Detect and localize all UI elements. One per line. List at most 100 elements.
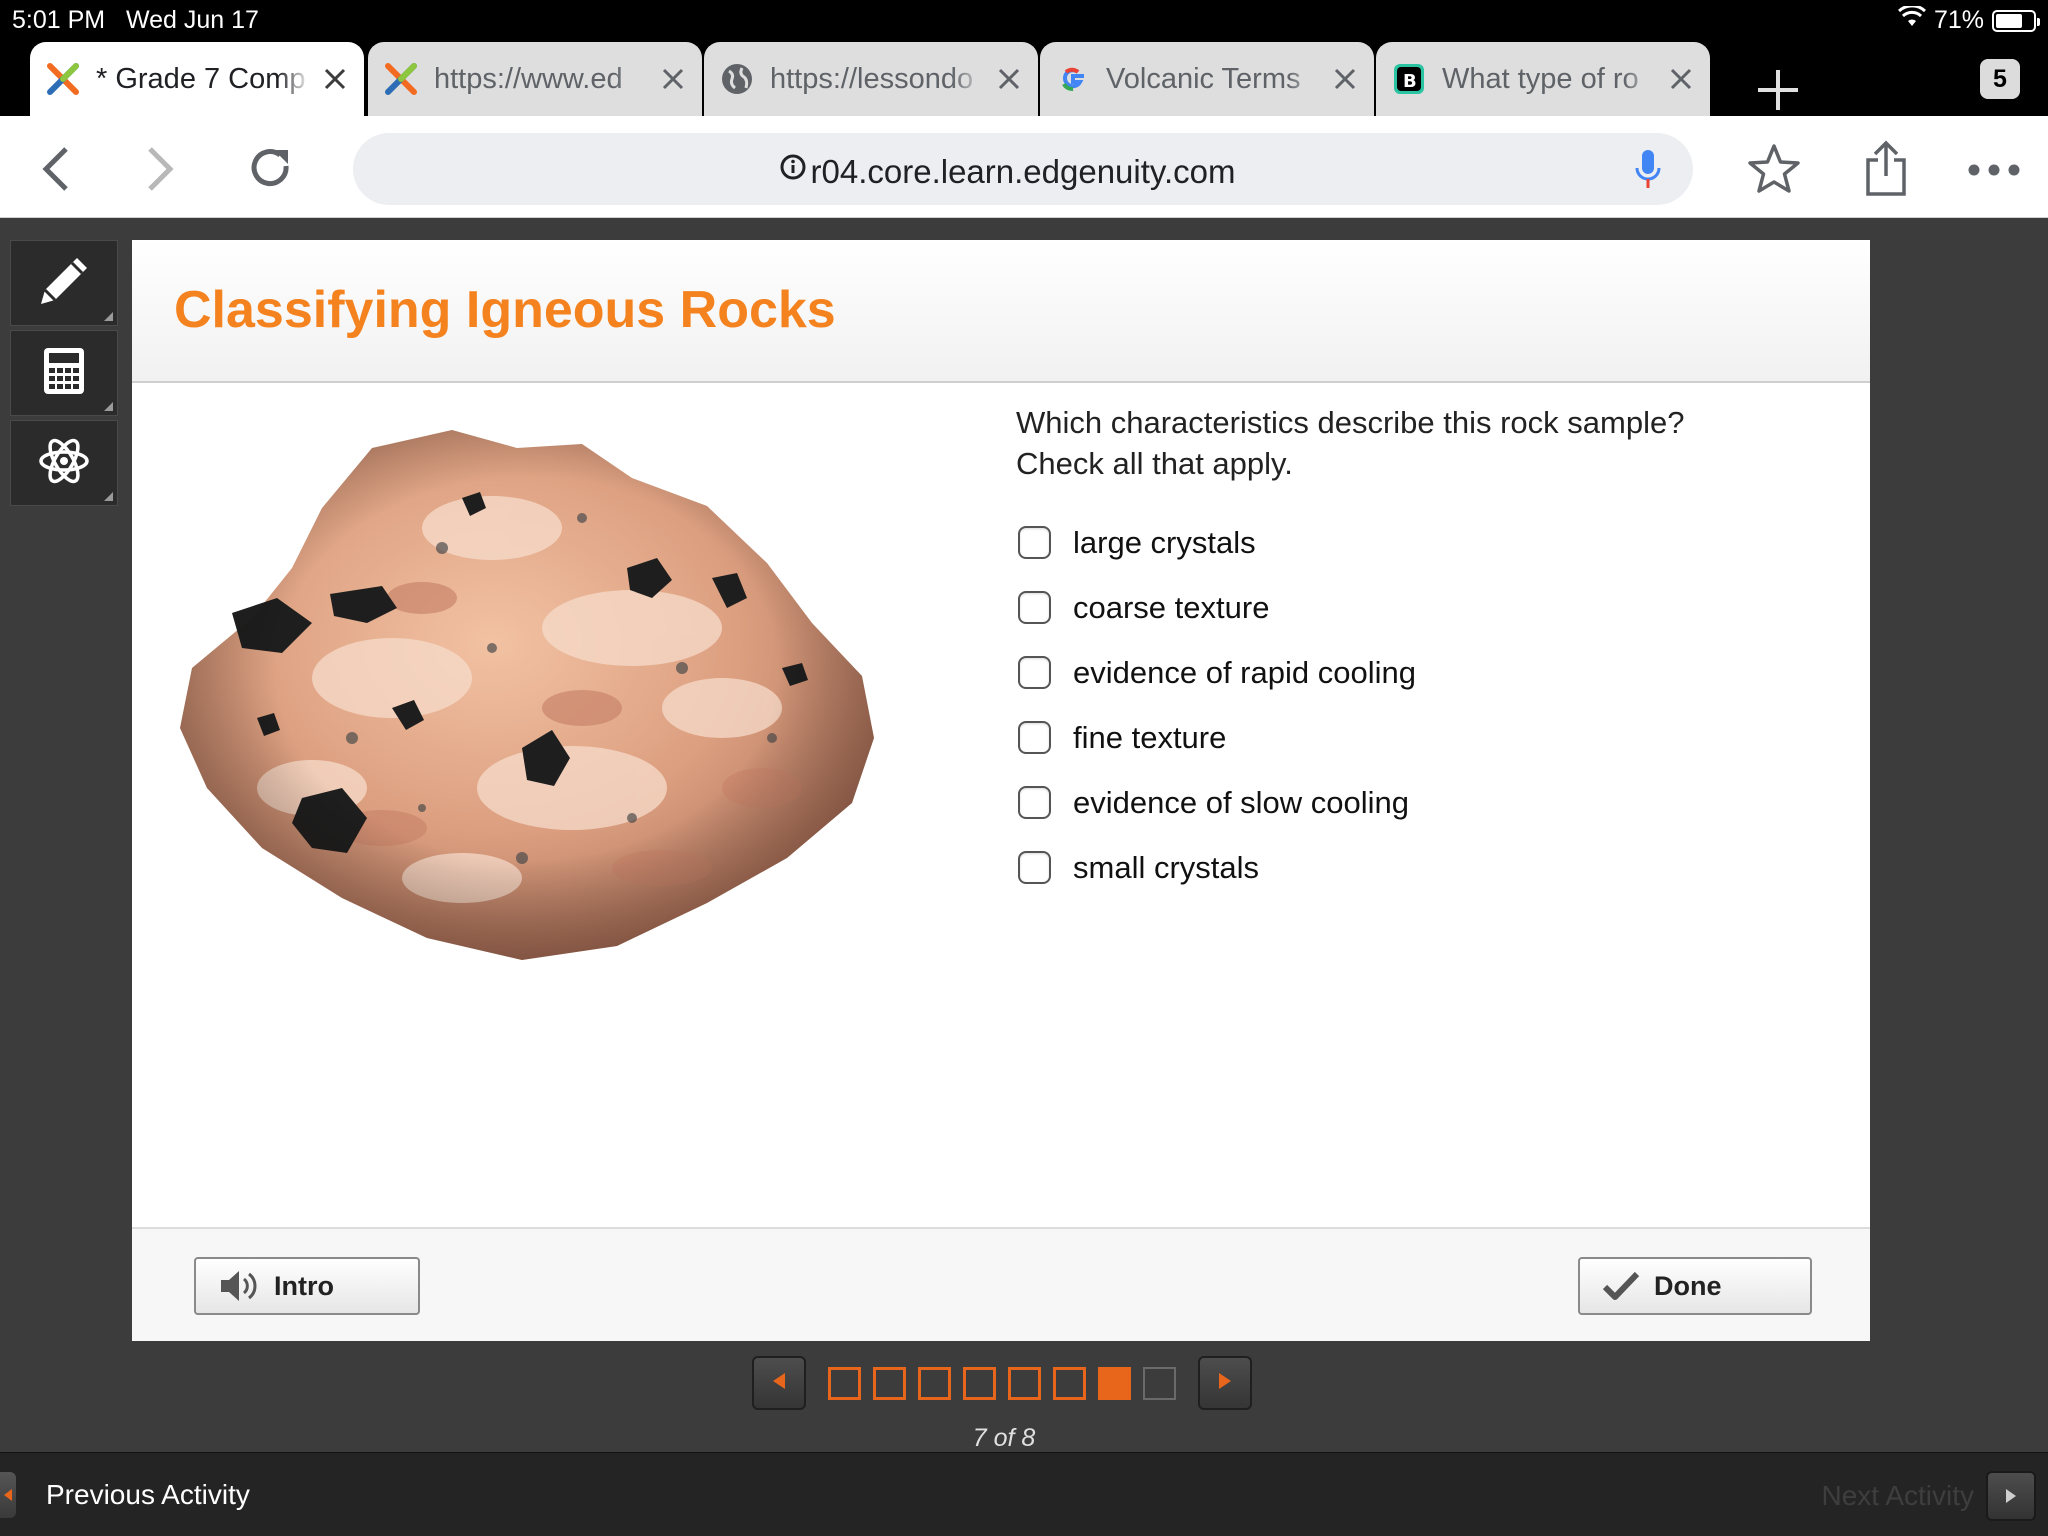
microphone-icon[interactable] bbox=[1633, 148, 1663, 197]
rock-sample-image bbox=[162, 408, 892, 978]
tab-title: https://www.ed bbox=[434, 62, 623, 95]
option-label[interactable]: evidence of rapid cooling bbox=[1073, 655, 1416, 691]
next-activity-button[interactable]: Next Activity bbox=[1822, 1471, 2036, 1521]
pager-next-button[interactable] bbox=[1198, 1356, 1252, 1410]
pager-square-5[interactable] bbox=[1008, 1366, 1041, 1400]
more-options-icon[interactable] bbox=[1964, 150, 2024, 190]
pager-prev-button[interactable] bbox=[752, 1356, 806, 1410]
google-g-icon bbox=[1054, 60, 1092, 98]
activity-pager bbox=[752, 1356, 1252, 1410]
speaker-icon bbox=[218, 1267, 260, 1305]
triangle-left-icon bbox=[0, 1472, 16, 1518]
pencil-icon bbox=[37, 254, 91, 313]
intro-label: Intro bbox=[274, 1270, 334, 1301]
question-text: Which characteristics describe this rock… bbox=[1016, 402, 1684, 484]
browser-tab-1[interactable]: * Grade 7 Comp bbox=[30, 42, 364, 116]
option-coarse-texture[interactable]: coarse texture bbox=[1018, 575, 1416, 640]
pager-square-4[interactable] bbox=[963, 1366, 996, 1400]
checkbox[interactable] bbox=[1018, 721, 1051, 754]
triangle-right-icon bbox=[1986, 1471, 2036, 1521]
reload-icon[interactable] bbox=[244, 142, 298, 196]
intro-button[interactable]: Intro bbox=[194, 1257, 420, 1315]
address-bar[interactable]: r04.core.learn.edgenuity.com bbox=[353, 133, 1693, 205]
option-slow-cooling[interactable]: evidence of slow cooling bbox=[1018, 770, 1416, 835]
pager-square-6[interactable] bbox=[1053, 1366, 1086, 1400]
option-label[interactable]: small crystals bbox=[1073, 850, 1259, 886]
tab-title: * Grade 7 Comp bbox=[96, 62, 306, 95]
share-icon[interactable] bbox=[1856, 138, 1916, 200]
triangle-left-icon bbox=[772, 1372, 786, 1395]
browser-tab-2[interactable]: https://www.ed bbox=[368, 42, 702, 116]
tools-sidebar bbox=[10, 240, 118, 510]
checkmark-icon bbox=[1602, 1270, 1640, 1302]
tab-title: https://lessondo bbox=[770, 62, 974, 95]
pager-square-7[interactable] bbox=[1098, 1366, 1131, 1400]
close-icon[interactable] bbox=[656, 62, 690, 96]
checkbox[interactable] bbox=[1018, 591, 1051, 624]
edgenuity-x-icon bbox=[44, 60, 82, 98]
browser-tab-3[interactable]: https://lessondo bbox=[704, 42, 1038, 116]
status-date: Wed Jun 17 bbox=[126, 6, 259, 34]
atom-icon bbox=[37, 434, 91, 493]
bottom-nav: Previous Activity Next Activity bbox=[0, 1452, 2048, 1536]
close-icon[interactable] bbox=[992, 62, 1026, 96]
browser-tab-4[interactable]: Volcanic Terms bbox=[1040, 42, 1374, 116]
forward-button[interactable] bbox=[136, 144, 186, 194]
option-label[interactable]: large crystals bbox=[1073, 525, 1256, 561]
page-count: 7 of 8 bbox=[972, 1424, 1036, 1452]
svg-text:B: B bbox=[1403, 71, 1417, 92]
question-line-2: Check all that apply. bbox=[1016, 446, 1293, 481]
edgenuity-x-icon bbox=[382, 60, 420, 98]
close-icon[interactable] bbox=[318, 62, 352, 96]
question-line-1: Which characteristics describe this rock… bbox=[1016, 405, 1685, 440]
option-rapid-cooling[interactable]: evidence of rapid cooling bbox=[1018, 640, 1416, 705]
close-icon[interactable] bbox=[1328, 62, 1362, 96]
option-fine-texture[interactable]: fine texture bbox=[1018, 705, 1416, 770]
brainly-b-icon: B bbox=[1390, 60, 1428, 98]
activity-card: Classifying Igneous Rocks Which characte… bbox=[132, 240, 1870, 1341]
bookmark-star-icon[interactable] bbox=[1744, 140, 1804, 200]
globe-icon bbox=[718, 60, 756, 98]
next-activity-label: Next Activity bbox=[1821, 1480, 1974, 1511]
previous-activity-label: Previous Activity bbox=[46, 1479, 250, 1510]
option-large-crystals[interactable]: large crystals bbox=[1018, 510, 1416, 575]
done-label: Done bbox=[1654, 1270, 1722, 1301]
battery-icon bbox=[1992, 9, 2040, 32]
tab-title: What type of ro bbox=[1442, 62, 1639, 95]
calculator-icon bbox=[42, 346, 86, 401]
option-label[interactable]: coarse texture bbox=[1073, 590, 1269, 626]
pager-square-2[interactable] bbox=[873, 1366, 906, 1400]
checkbox[interactable] bbox=[1018, 851, 1051, 884]
wifi-icon bbox=[1897, 4, 1926, 35]
option-label[interactable]: fine texture bbox=[1073, 720, 1226, 756]
browser-tab-5[interactable]: B What type of ro bbox=[1376, 42, 1710, 116]
previous-activity-button[interactable]: Previous Activity bbox=[0, 1471, 250, 1519]
status-time: 5:01 PM bbox=[12, 6, 106, 34]
status-right: 71% bbox=[1897, 4, 2040, 35]
browser-toolbar: r04.core.learn.edgenuity.com bbox=[0, 116, 2048, 218]
option-small-crystals[interactable]: small crystals bbox=[1018, 835, 1416, 900]
activity-footer: Intro Done bbox=[132, 1227, 1870, 1341]
checkbox[interactable] bbox=[1018, 526, 1051, 559]
tab-count-button[interactable]: 5 bbox=[1980, 59, 2020, 99]
calculator-tool-button[interactable] bbox=[10, 330, 118, 416]
science-tool-button[interactable] bbox=[10, 420, 118, 506]
done-button[interactable]: Done bbox=[1578, 1257, 1812, 1315]
answer-options: large crystals coarse texture evidence o… bbox=[1018, 510, 1416, 900]
url-text: r04.core.learn.edgenuity.com bbox=[810, 153, 1236, 190]
pager-square-3[interactable] bbox=[918, 1366, 951, 1400]
pencil-tool-button[interactable] bbox=[10, 240, 118, 326]
close-icon[interactable] bbox=[1664, 62, 1698, 96]
pager-square-8 bbox=[1143, 1366, 1176, 1400]
pager-squares bbox=[828, 1366, 1176, 1400]
battery-percent: 71% bbox=[1933, 6, 1984, 34]
pager-square-1[interactable] bbox=[828, 1366, 861, 1400]
option-label[interactable]: evidence of slow cooling bbox=[1073, 785, 1409, 821]
status-bar: 5:01 PM Wed Jun 17 71% bbox=[0, 0, 2048, 40]
tab-strip: * Grade 7 Comp https://www.ed https://le… bbox=[0, 40, 2048, 116]
new-tab-button[interactable] bbox=[1748, 60, 1808, 120]
back-button[interactable] bbox=[30, 144, 80, 194]
activity-title: Classifying Igneous Rocks bbox=[174, 281, 836, 339]
checkbox[interactable] bbox=[1018, 786, 1051, 819]
checkbox[interactable] bbox=[1018, 656, 1051, 689]
